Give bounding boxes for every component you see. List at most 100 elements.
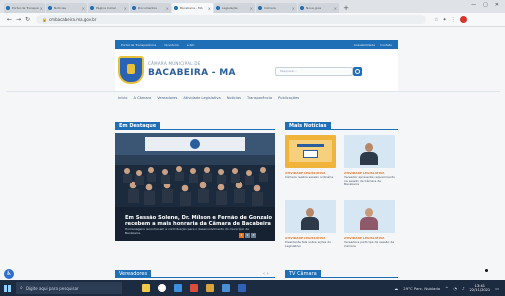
new-tab-button[interactable]: + (342, 4, 350, 12)
browser-toolbar: ← → ↻ 🔒 cmbacabeira.ma.gov.br ☆ ✦ ⋮ (0, 13, 505, 27)
main-menu: Início A Câmara Vereadores Atividade Leg… (115, 94, 398, 102)
reload-icon[interactable]: ↻ (23, 16, 32, 23)
task-view-icon[interactable] (158, 284, 166, 292)
browser-tab[interactable]: Portal da Transparência× (4, 3, 45, 13)
carousel-page-button[interactable]: 1 (239, 233, 244, 238)
weather-text[interactable]: 29°C Parc. Nublado (403, 286, 440, 291)
menu-item-atividade[interactable]: Atividade Legislativa (183, 96, 220, 100)
news-thumbnail[interactable] (285, 135, 336, 168)
news-title[interactable]: Câmara realiza sessão ordinária (285, 175, 336, 180)
cursor-dot (485, 269, 488, 272)
clock[interactable]: 13:41 22/11/2021 (470, 284, 491, 293)
tab-title: Página Inicial (96, 6, 116, 10)
topbar-link-ouvidoria[interactable]: Ouvidoria (164, 43, 179, 47)
network-icon[interactable]: ◔ (453, 286, 457, 291)
chevron-up-icon[interactable]: ^ (445, 286, 448, 291)
featured-carousel[interactable]: Em Sessão Solene, Dr. Mílson e Fernão de… (115, 133, 275, 241)
browser-tab[interactable]: Câmara × (256, 3, 297, 13)
back-arrow-icon[interactable]: ← (5, 16, 14, 23)
topbar-link-esic[interactable]: e-SIC (187, 43, 195, 47)
system-tray: ☁ 29°C Parc. Nublado ^ ◔ ♪ 13:41 22/11/2… (394, 284, 505, 293)
close-icon[interactable]: × (124, 6, 127, 11)
tab-title: Documentos (138, 6, 157, 10)
menu-item-camara[interactable]: A Câmara (134, 96, 152, 100)
close-icon[interactable]: × (250, 6, 253, 11)
carousel-page-button[interactable]: 2 (245, 233, 250, 238)
site-header: CÂMARA MUNICIPAL DE BACABEIRA - MA Pesqu… (115, 50, 398, 92)
taskbar-search[interactable]: ⌕ Digite aqui para pesquisar (16, 282, 122, 294)
brand-name[interactable]: BACABEIRA - MA (148, 68, 236, 78)
close-icon[interactable]: × (82, 6, 85, 11)
folder-icon[interactable] (206, 284, 214, 292)
menu-item-inicio[interactable]: Início (118, 96, 128, 100)
menu-item-noticias[interactable]: Notícias (227, 96, 241, 100)
topbar-link-contato[interactable]: Contato (380, 43, 392, 47)
topbar-link-transparencia[interactable]: Portal da Transparência (121, 43, 156, 47)
tab-title: Legislação (222, 6, 238, 10)
chrome-icon[interactable] (190, 284, 198, 292)
news-section-header: Mais Notícias (285, 122, 398, 130)
section-underline (285, 129, 398, 130)
volume-icon[interactable]: ♪ (462, 286, 465, 291)
browser-tab[interactable]: Legislação × (214, 3, 255, 13)
menu-dots-icon[interactable]: ⋮ (451, 17, 456, 23)
close-icon[interactable]: × (292, 6, 295, 11)
browser-tab[interactable]: Notícias × (46, 3, 87, 13)
carousel-arrows-icon[interactable]: ‹ › (263, 271, 269, 277)
url-text: cmbacabeira.ma.gov.br (48, 17, 97, 22)
search-icon[interactable] (353, 67, 362, 76)
news-card[interactable]: ATIVIDADE LEGISLATIVA Presidente fala so… (285, 200, 336, 256)
news-thumbnail[interactable] (344, 135, 395, 168)
start-button[interactable] (0, 280, 14, 296)
carousel-page-button[interactable]: 3 (251, 233, 256, 238)
maximize-icon[interactable]: ▢ (483, 2, 488, 8)
news-title[interactable]: Vereadora participa de sessão da Câmara (344, 240, 395, 248)
extension-icon[interactable]: ✦ (442, 17, 446, 23)
featured-headline[interactable]: Em Sessão Solene, Dr. Mílson e Fernão de… (125, 215, 275, 227)
browser-tab-active[interactable]: Bacabeira - MA × (172, 3, 213, 13)
close-icon[interactable]: × (208, 6, 211, 11)
tab-favicon-icon (258, 6, 262, 10)
site-search-input[interactable]: Pesquisar... (275, 67, 353, 76)
news-thumbnail[interactable] (344, 200, 395, 233)
close-icon[interactable]: × (40, 6, 43, 11)
news-card[interactable]: ATIVIDADE LEGISLATIVA Vereadora particip… (344, 200, 395, 256)
edge-icon[interactable] (174, 284, 182, 292)
site-top-bar: Portal da Transparência Ouvidoria e-SIC … (115, 40, 398, 49)
profile-avatar[interactable] (459, 16, 467, 23)
news-thumbnail[interactable] (285, 200, 336, 233)
person-photo (360, 208, 378, 230)
minimize-icon[interactable]: — (471, 2, 476, 8)
file-explorer-icon[interactable] (142, 284, 150, 292)
tab-favicon-icon (6, 6, 10, 10)
forward-arrow-icon[interactable]: → (14, 16, 23, 23)
vereadores-section-header: Vereadores ‹ › (115, 270, 275, 278)
browser-tab[interactable]: Página Inicial × (88, 3, 129, 13)
close-icon[interactable]: × (334, 6, 337, 11)
store-icon[interactable] (222, 284, 230, 292)
word-icon[interactable] (238, 284, 246, 292)
menu-item-publicacoes[interactable]: Publicações (278, 96, 299, 100)
news-title[interactable]: Presidente fala sobre ações do Legislati… (285, 240, 336, 248)
news-card[interactable]: ATIVIDADE LEGISLATIVA Câmara realiza ses… (285, 135, 336, 191)
address-bar[interactable]: 🔒 cmbacabeira.ma.gov.br (36, 15, 426, 24)
notifications-icon[interactable]: ▭ (495, 286, 499, 291)
news-card[interactable]: ATIVIDADE LEGISLATIVA Vereador apresenta… (344, 135, 395, 191)
tab-favicon-icon (216, 6, 220, 10)
accessibility-icon[interactable]: ♿ (4, 269, 14, 279)
news-title[interactable]: Vereador apresenta requerimento na sessã… (344, 175, 395, 187)
person-photo (360, 143, 378, 165)
browser-tab[interactable]: Nova guia × (298, 3, 339, 13)
star-icon[interactable]: ☆ (434, 17, 438, 23)
menu-item-vereadores[interactable]: Vereadores (157, 96, 177, 100)
tab-favicon-icon (300, 6, 304, 10)
close-window-icon[interactable]: ✕ (495, 2, 499, 8)
brand-subtitle: CÂMARA MUNICIPAL DE (148, 61, 201, 66)
municipal-crest-logo[interactable] (118, 56, 144, 84)
close-icon[interactable]: × (166, 6, 169, 11)
lock-icon: 🔒 (42, 17, 47, 22)
menu-item-transparencia[interactable]: Transparência (247, 96, 272, 100)
browser-tab[interactable]: Documentos × (130, 3, 171, 13)
topbar-link-acessibilidade[interactable]: Acessibilidade (354, 43, 375, 47)
tab-title: Bacabeira - MA (180, 6, 203, 10)
